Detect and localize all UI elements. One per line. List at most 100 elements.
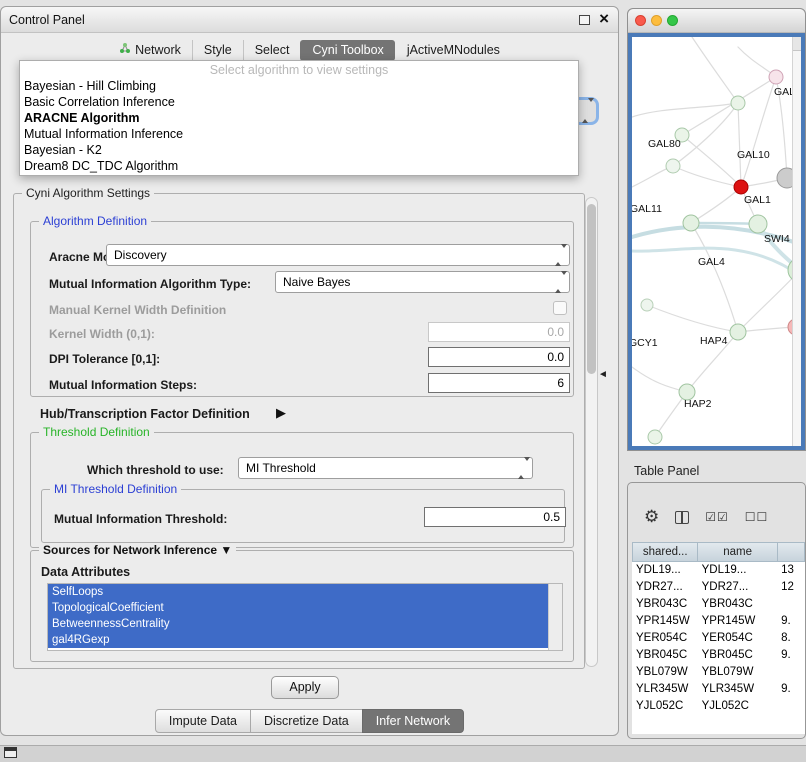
- panel-collapse-arrow-icon[interactable]: ◄: [598, 369, 608, 380]
- mi-steps-field[interactable]: 6: [428, 373, 570, 393]
- table-cell: 8.: [777, 630, 805, 647]
- table-cell: [777, 664, 805, 681]
- network-node[interactable]: [641, 299, 653, 311]
- tab-style[interactable]: Style: [192, 40, 243, 61]
- table-cell: 9.: [777, 681, 805, 698]
- network-icon: [119, 42, 131, 57]
- table-row[interactable]: YDR27...YDR27...12: [632, 579, 805, 596]
- network-node[interactable]: [731, 96, 745, 110]
- column-header-name[interactable]: name: [697, 542, 777, 562]
- attributes-scrollbar[interactable]: [548, 584, 562, 650]
- window-title: Control Panel: [9, 13, 85, 27]
- control-panel-titlebar[interactable]: Control Panel ×: [1, 7, 618, 33]
- network-graph[interactable]: GALGAL80GAL10GAL11GAL1SWI4GAL4GCY1HAP4YH…: [632, 37, 803, 448]
- network-vertical-scrollbar[interactable]: [792, 37, 801, 446]
- columns-icon[interactable]: [675, 511, 689, 524]
- settings-scrollbar[interactable]: [585, 197, 598, 667]
- kernel-width-field[interactable]: 0.0: [428, 322, 570, 342]
- hub-definition-label[interactable]: Hub/Transcription Factor Definition: [40, 407, 250, 421]
- manual-kernel-width-checkbox[interactable]: [553, 301, 567, 315]
- table-cell: YLR345W: [698, 681, 777, 698]
- table-row[interactable]: YBL079WYBL079W: [632, 664, 805, 681]
- tab-select[interactable]: Select: [243, 40, 301, 61]
- table-row[interactable]: YBR043CYBR043C: [632, 596, 805, 613]
- network-view-window: GALGAL80GAL10GAL11GAL1SWI4GAL4GCY1HAP4YH…: [627, 8, 806, 451]
- node-label-gal10: GAL10: [737, 149, 770, 161]
- table-row[interactable]: YLR345WYLR345W9.: [632, 681, 805, 698]
- which-threshold-select[interactable]: MI Threshold: [238, 457, 533, 479]
- algorithm-option-bayesian-k2[interactable]: Bayesian - K2: [20, 142, 578, 158]
- attribute-item-betweennesscentrality[interactable]: BetweennessCentrality: [48, 616, 548, 632]
- algorithm-option-basic-correlation-inference[interactable]: Basic Correlation Inference: [20, 94, 578, 110]
- tab-network[interactable]: Network: [108, 39, 192, 61]
- bottom-tab-infer-network[interactable]: Infer Network: [362, 709, 464, 733]
- close-traffic-light-icon[interactable]: [635, 15, 646, 26]
- network-node[interactable]: [769, 70, 783, 84]
- tab-label: Style: [204, 43, 232, 57]
- sources-title[interactable]: Sources for Network Inference ▼: [39, 543, 236, 557]
- network-edge: [691, 223, 738, 332]
- algorithm-option-aracne-algorithm[interactable]: ARACNE Algorithm: [20, 110, 578, 126]
- float-window-icon[interactable]: [579, 15, 590, 25]
- mi-threshold-label: Mutual Information Threshold:: [54, 512, 227, 526]
- tab-jactivemnodules[interactable]: jActiveMNodules: [395, 40, 511, 61]
- network-edge: [647, 305, 738, 332]
- table-body: YDL19...YDL19...13YDR27...YDR27...12YBR0…: [632, 562, 805, 715]
- node-label-gal11: GAL11: [632, 203, 662, 215]
- minimize-traffic-light-icon[interactable]: [651, 15, 662, 26]
- mi-threshold-field[interactable]: 0.5: [424, 507, 566, 527]
- network-node[interactable]: [648, 430, 662, 444]
- column-header-shared[interactable]: shared...: [632, 542, 698, 562]
- zoom-traffic-light-icon[interactable]: [667, 15, 678, 26]
- network-canvas[interactable]: GALGAL80GAL10GAL11GAL1SWI4GAL4GCY1HAP4YH…: [628, 33, 805, 450]
- data-attributes-list[interactable]: SelfLoopsTopologicalCoefficientBetweenne…: [47, 583, 563, 651]
- network-window-titlebar[interactable]: [628, 9, 805, 33]
- bottom-tab-discretize-data[interactable]: Discretize Data: [250, 709, 363, 733]
- apply-button[interactable]: Apply: [271, 676, 339, 699]
- network-node[interactable]: [734, 180, 748, 194]
- bottom-tab-impute-data[interactable]: Impute Data: [155, 709, 251, 733]
- combo-arrows-icon: [555, 248, 564, 262]
- expand-arrow-icon[interactable]: ▶: [276, 405, 286, 421]
- network-node[interactable]: [683, 215, 699, 231]
- mi-algorithm-type-value: Naive Bayes: [283, 275, 350, 289]
- scrollbar-thumb[interactable]: [587, 204, 596, 374]
- table-row[interactable]: YER054CYER054C8.: [632, 630, 805, 647]
- network-node[interactable]: [749, 215, 767, 233]
- node-table[interactable]: shared...name YDL19...YDL19...13YDR27...…: [632, 542, 805, 734]
- hide-columns-icon[interactable]: ☐☐: [745, 510, 769, 524]
- table-cell: YBR045C: [698, 647, 777, 664]
- collapse-arrow-icon[interactable]: ▼: [220, 543, 232, 557]
- table-panel-title: Table Panel: [634, 464, 699, 478]
- dpi-tolerance-field[interactable]: 0.0: [428, 347, 570, 367]
- network-node[interactable]: [730, 324, 746, 340]
- scrollbar-button[interactable]: [793, 37, 801, 51]
- mi-algorithm-type-label: Mutual Information Algorithm Type:: [49, 277, 251, 291]
- table-row[interactable]: YJL052CYJL052C: [632, 698, 805, 715]
- tab-cyni-toolbox[interactable]: Cyni Toolbox: [300, 40, 394, 61]
- table-row[interactable]: YDL19...YDL19...13: [632, 562, 805, 579]
- attribute-item-gal4rgexp[interactable]: gal4RGexp: [48, 632, 548, 648]
- settings-gear-icon[interactable]: ⚙: [644, 507, 659, 527]
- mini-window-icon[interactable]: [4, 747, 17, 758]
- tab-bar: Network Style SelectCyni ToolboxjActiveMNo…: [1, 38, 618, 61]
- threshold-definition-group: Threshold Definition Which threshold to …: [30, 432, 574, 548]
- mi-algorithm-type-select[interactable]: Naive Bayes: [275, 271, 570, 293]
- table-cell: YER054C: [632, 630, 698, 647]
- tab-label: Network: [135, 43, 181, 57]
- column-header-extra[interactable]: [777, 542, 805, 562]
- aracne-mode-select[interactable]: Discovery: [106, 244, 570, 266]
- algorithm-option-bayesian-hill-climbing[interactable]: Bayesian - Hill Climbing: [20, 78, 578, 94]
- table-row[interactable]: YBR045CYBR045C9.: [632, 647, 805, 664]
- table-row[interactable]: YPR145WYPR145W9.: [632, 613, 805, 630]
- show-columns-icon[interactable]: ☑☑: [705, 510, 729, 524]
- algorithm-option-dream8-dc-tdc-algorithm[interactable]: Dream8 DC_TDC Algorithm: [20, 158, 578, 174]
- combo-arrows-icon: [518, 461, 527, 475]
- table-panel-window: ⚙ ☑☑ ☐☐ shared...name YDL19...YDL19...13YD…: [627, 482, 806, 739]
- network-node[interactable]: [666, 159, 680, 173]
- attribute-item-selfloops[interactable]: SelfLoops: [48, 584, 548, 600]
- algorithm-option-mutual-information-inference[interactable]: Mutual Information Inference: [20, 126, 578, 142]
- close-icon[interactable]: ×: [599, 9, 609, 29]
- attribute-item-topologicalcoefficient[interactable]: TopologicalCoefficient: [48, 600, 548, 616]
- mi-steps-label: Mutual Information Steps:: [49, 378, 197, 392]
